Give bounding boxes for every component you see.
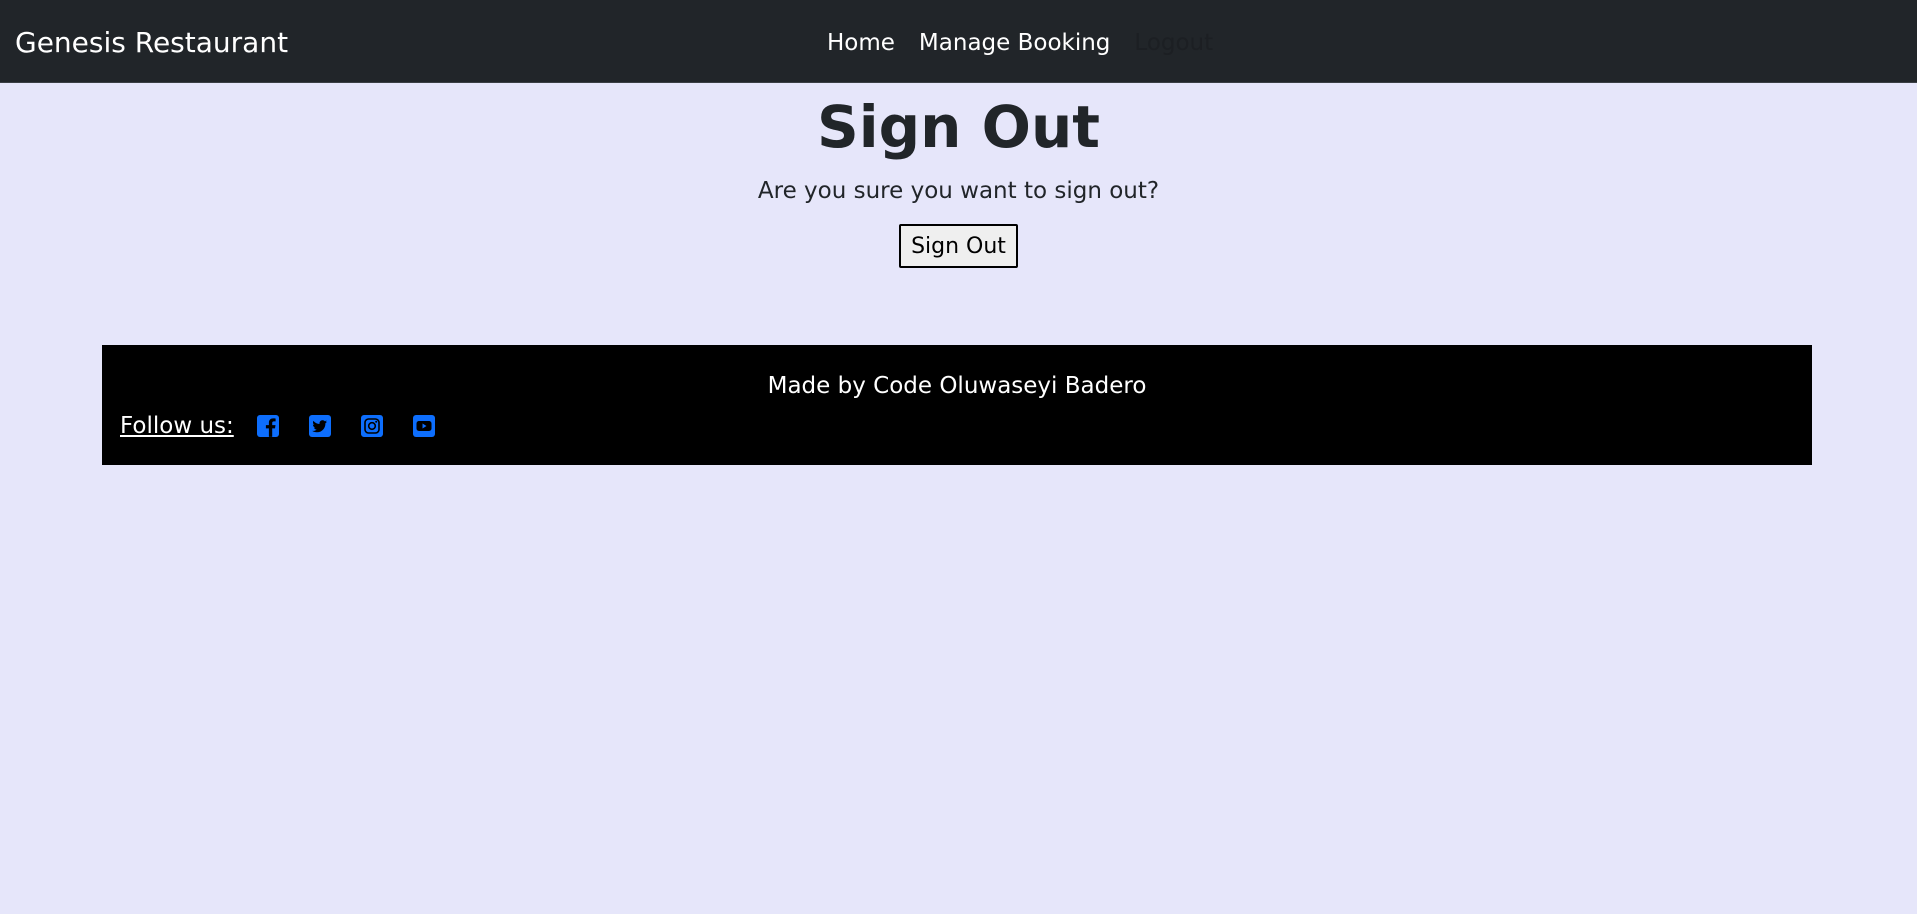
facebook-icon[interactable] xyxy=(256,414,280,438)
twitter-icon-graphic xyxy=(308,415,331,437)
twitter-icon[interactable] xyxy=(308,414,332,438)
brand-link[interactable]: Genesis Restaurant xyxy=(15,0,288,86)
facebook-icon-graphic xyxy=(256,415,279,437)
nav-logout-link[interactable]: Logout xyxy=(1122,30,1225,56)
youtube-icon[interactable] xyxy=(412,414,436,438)
instagram-icon[interactable] xyxy=(360,414,384,438)
youtube-icon-graphic xyxy=(412,415,435,437)
top-navbar: Genesis Restaurant Home Manage Booking L… xyxy=(0,0,1917,83)
page-title: Sign Out xyxy=(817,93,1100,161)
signout-section: Sign Out Are you sure you want to sign o… xyxy=(0,83,1917,268)
sign-out-button[interactable]: Sign Out xyxy=(899,224,1018,268)
footer-credit: Made by Code Oluwaseyi Badero xyxy=(767,373,1147,399)
follow-us-label[interactable]: Follow us: xyxy=(120,413,234,439)
follow-row: Follow us: xyxy=(120,408,464,444)
nav-home-link[interactable]: Home xyxy=(827,30,907,56)
nav-links: Home Manage Booking Logout xyxy=(827,0,1225,86)
confirm-text: Are you sure you want to sign out? xyxy=(757,178,1160,204)
nav-manage-booking-link[interactable]: Manage Booking xyxy=(907,30,1122,56)
footer: Made by Code Oluwaseyi Badero Follow us: xyxy=(102,345,1812,465)
instagram-icon-graphic xyxy=(360,415,383,437)
